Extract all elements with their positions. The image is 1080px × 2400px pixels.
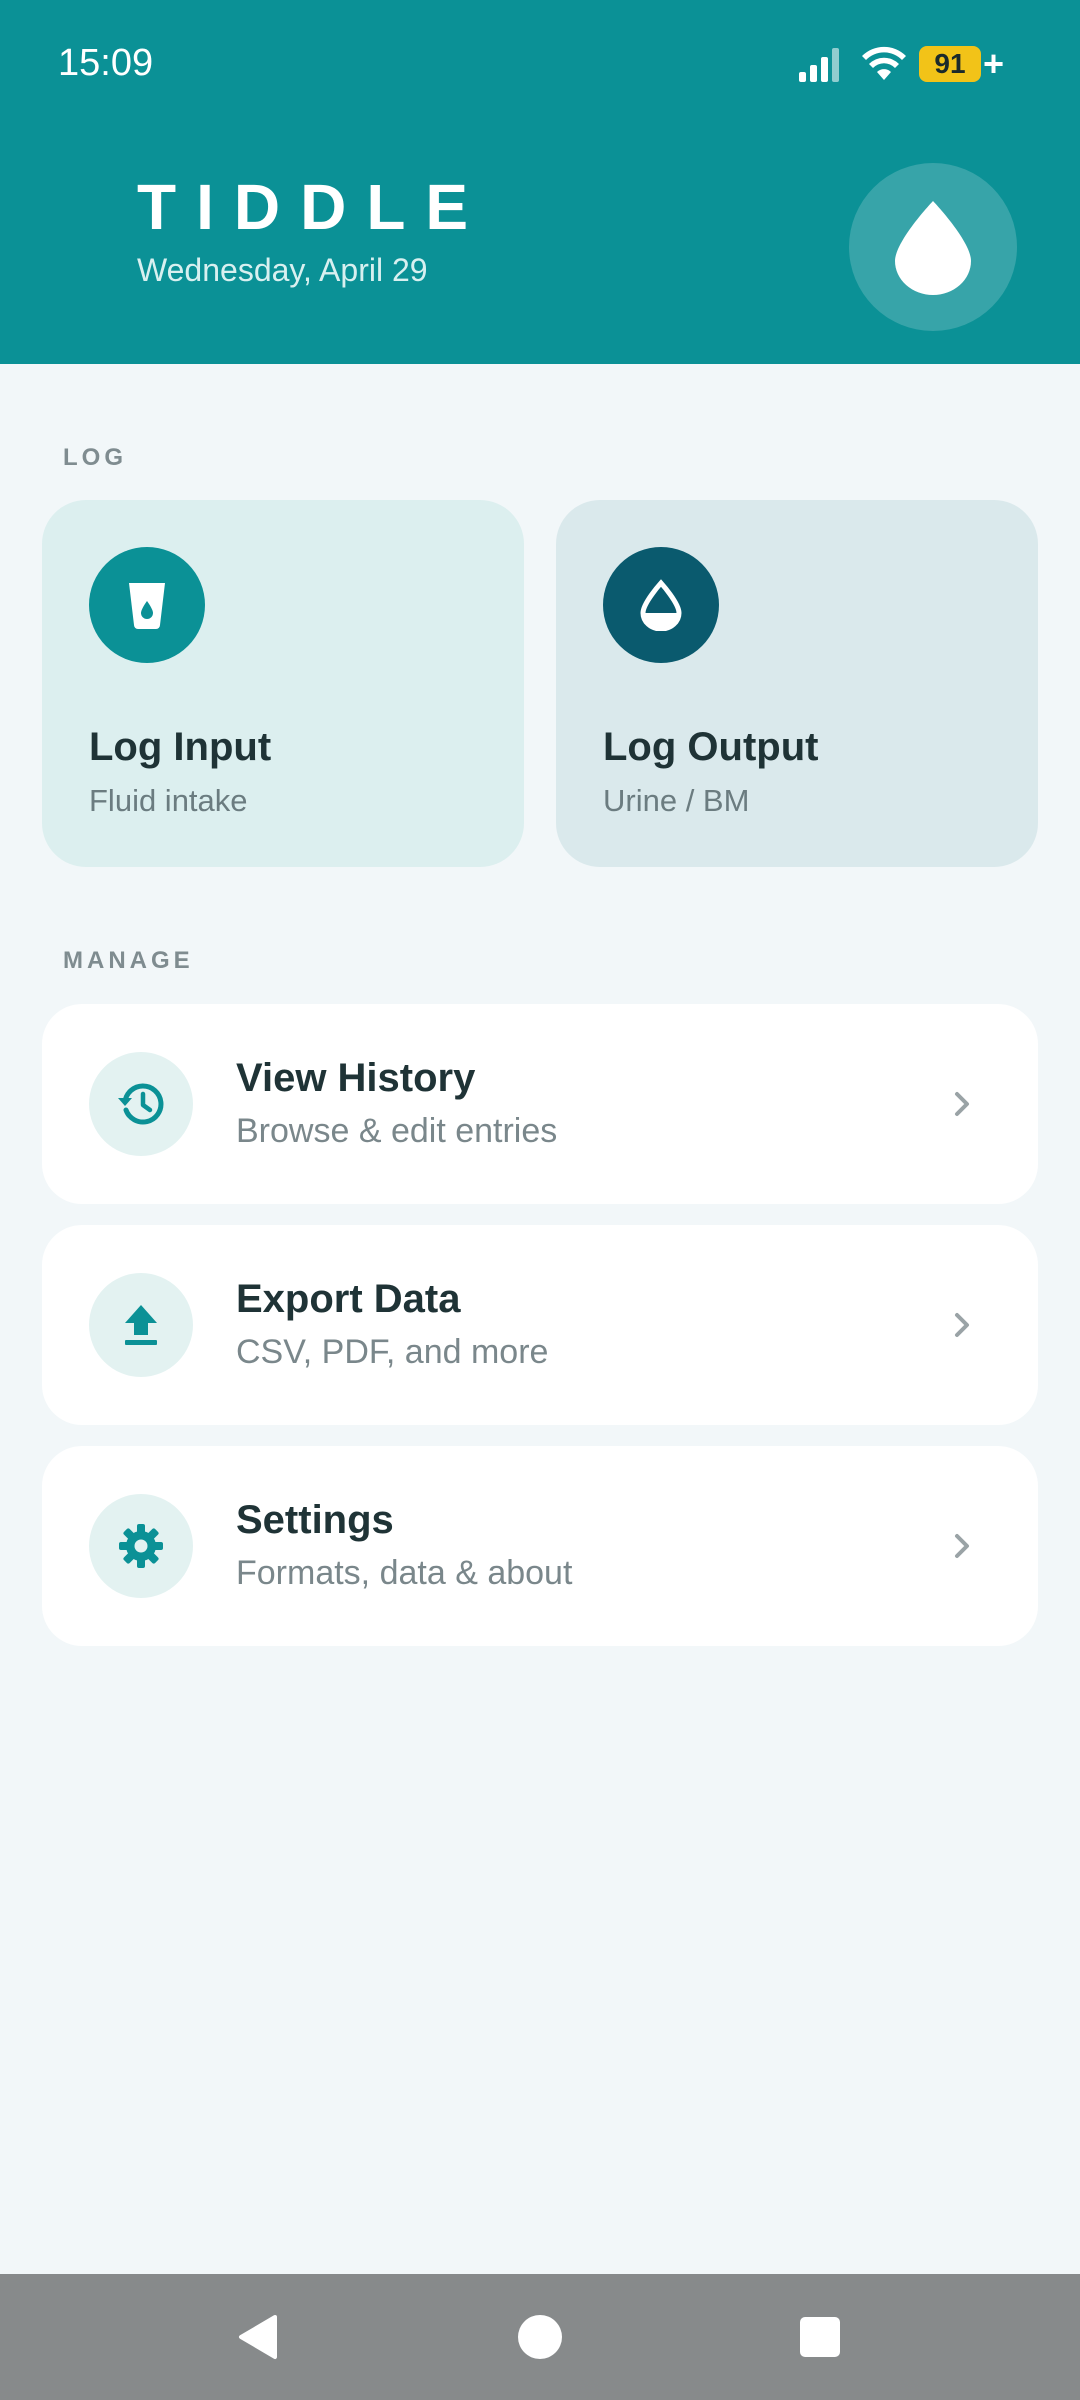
battery-indicator: 91 + (918, 43, 1004, 84)
history-icon (118, 1083, 164, 1125)
chevron-right-icon (955, 1092, 969, 1116)
chevron-right-icon (955, 1534, 969, 1558)
back-button[interactable] (198, 2274, 318, 2400)
manage-section-label: MANAGE (63, 947, 194, 974)
view-history-item[interactable]: View History Browse & edit entries (42, 1004, 1038, 1204)
back-icon (239, 2315, 277, 2359)
screen: 15:09 91 + TIDDLE Wednesday, April 29 LO… (0, 0, 1080, 2400)
recents-button[interactable] (760, 2274, 880, 2400)
log-output-title: Log Output (603, 725, 819, 769)
status-icons: 91 + (797, 44, 1004, 84)
water-drop-icon (895, 201, 971, 295)
wifi-icon (861, 46, 906, 80)
drop-outline-icon (640, 579, 682, 631)
system-nav-bar (0, 2274, 1080, 2400)
header-badge (849, 163, 1017, 331)
gear-icon (119, 1524, 163, 1568)
view-history-subtitle: Browse & edit entries (236, 1112, 558, 1150)
log-input-subtitle: Fluid intake (89, 783, 248, 818)
app-header: 15:09 91 + TIDDLE Wednesday, April 29 (0, 0, 1080, 364)
chevron-right-icon (955, 1313, 969, 1337)
settings-subtitle: Formats, data & about (236, 1554, 573, 1592)
battery-icon: 91 (918, 46, 981, 82)
upload-icon (125, 1305, 157, 1345)
export-data-title: Export Data (236, 1277, 461, 1321)
cup-icon (129, 583, 165, 629)
log-input-title: Log Input (89, 725, 272, 769)
settings-title: Settings (236, 1498, 394, 1542)
view-history-title: View History (236, 1056, 476, 1100)
app-title: TIDDLE (137, 171, 489, 243)
export-data-subtitle: CSV, PDF, and more (236, 1333, 549, 1371)
status-time: 15:09 (58, 42, 154, 84)
log-section-label: LOG (63, 444, 127, 471)
battery-charging-indicator: + (982, 43, 1004, 84)
log-output-icon-circle (603, 547, 719, 663)
export-icon-circle (89, 1273, 193, 1377)
export-data-item[interactable]: Export Data CSV, PDF, and more (42, 1225, 1038, 1425)
home-button[interactable] (480, 2274, 600, 2400)
log-output-subtitle: Urine / BM (603, 783, 750, 818)
settings-item[interactable]: Settings Formats, data & about (42, 1446, 1038, 1646)
current-date: Wednesday, April 29 (137, 252, 428, 288)
home-icon (518, 2315, 562, 2359)
log-output-card[interactable]: Log Output Urine / BM (556, 500, 1038, 867)
history-icon-circle (89, 1052, 193, 1156)
settings-icon-circle (89, 1494, 193, 1598)
signal-icon (798, 48, 839, 82)
recents-icon (800, 2317, 840, 2357)
log-input-icon-circle (89, 547, 205, 663)
log-input-card[interactable]: Log Input Fluid intake (42, 500, 524, 867)
